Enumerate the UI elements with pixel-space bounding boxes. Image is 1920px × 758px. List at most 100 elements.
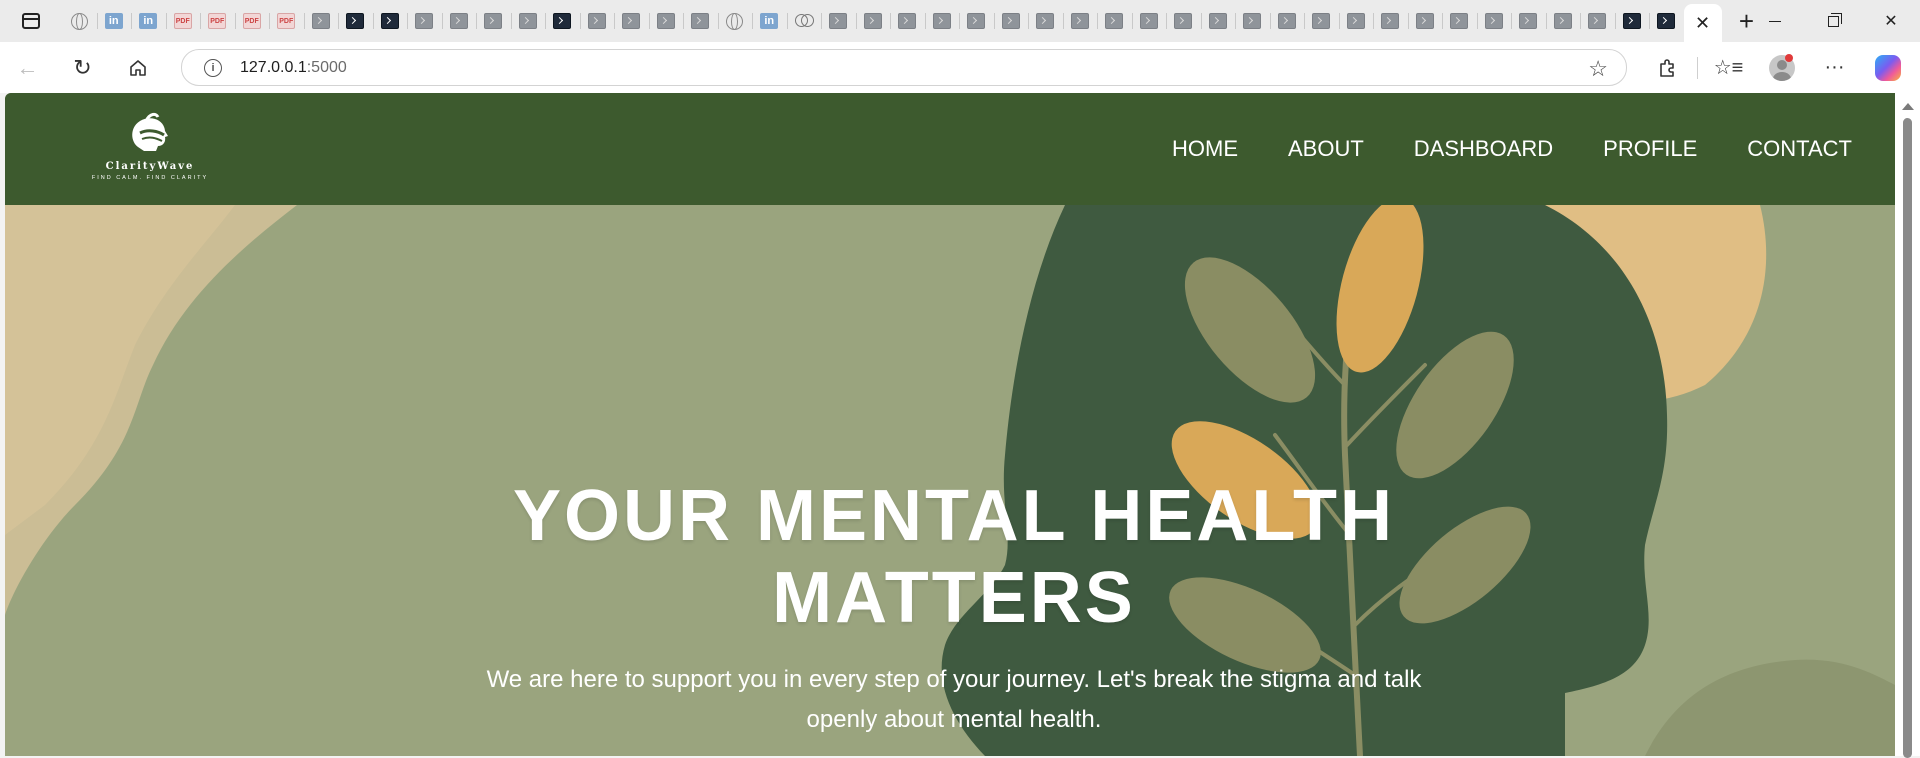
nav-contact[interactable]: CONTACT xyxy=(1747,136,1852,162)
browser-tab[interactable]: PDF xyxy=(269,0,304,42)
active-tab[interactable]: ✕ xyxy=(1683,4,1722,42)
browser-tab[interactable]: PDF xyxy=(165,0,201,42)
browser-tab[interactable] xyxy=(683,0,718,42)
browser-tab[interactable] xyxy=(372,0,408,42)
home-button[interactable] xyxy=(110,42,165,93)
browser-tab[interactable] xyxy=(614,0,649,42)
scroll-up-icon[interactable] xyxy=(1902,103,1914,110)
tab-actions-button[interactable] xyxy=(0,0,62,42)
browser-tab[interactable] xyxy=(924,0,960,42)
profile-button[interactable] xyxy=(1755,42,1808,93)
nav-about[interactable]: ABOUT xyxy=(1288,136,1364,162)
page-icon xyxy=(1001,13,1020,29)
page-icon xyxy=(1139,13,1158,29)
browser-tab[interactable] xyxy=(1166,0,1201,42)
browser-tab[interactable] xyxy=(959,0,994,42)
copilot-button[interactable] xyxy=(1861,42,1914,93)
browser-tab[interactable] xyxy=(1269,0,1305,42)
close-window-button[interactable]: ✕ xyxy=(1862,0,1920,42)
browser-tab[interactable]: in xyxy=(96,0,132,42)
olive-blob-bottom-right xyxy=(1645,659,1895,756)
browser-tab[interactable] xyxy=(1200,0,1236,42)
scrollbar-thumb[interactable] xyxy=(1903,118,1912,758)
browser-tab[interactable]: PDF xyxy=(200,0,235,42)
browser-tab[interactable] xyxy=(441,0,477,42)
page-icon xyxy=(311,13,330,29)
address-bar[interactable]: i 127.0.0.1:5000 ☆ xyxy=(181,49,1627,86)
browser-tab[interactable]: in xyxy=(131,0,166,42)
back-arrow-icon: ← xyxy=(16,54,39,80)
browser-tab[interactable] xyxy=(1580,0,1615,42)
page-icon xyxy=(449,13,468,29)
browser-tab[interactable] xyxy=(648,0,684,42)
main-nav: HOME ABOUT DASHBOARD PROFILE CONTACT xyxy=(1122,93,1852,205)
browser-tab[interactable] xyxy=(1511,0,1546,42)
browser-tab[interactable] xyxy=(1545,0,1581,42)
browser-toolbar: ← ↻ i 127.0.0.1:5000 ☆ ☆≡ ··· xyxy=(0,42,1920,93)
page-icon xyxy=(1553,13,1572,29)
toolbar-right-icons: ☆≡ ··· xyxy=(1640,42,1914,93)
browser-tab[interactable] xyxy=(1097,0,1132,42)
page-icon xyxy=(863,13,882,29)
favorite-star-icon[interactable]: ☆ xyxy=(1588,56,1608,82)
url-port: :5000 xyxy=(306,58,347,76)
nav-profile[interactable]: PROFILE xyxy=(1603,136,1697,162)
browser-tab[interactable] xyxy=(717,0,753,42)
nav-dashboard[interactable]: DASHBOARD xyxy=(1414,136,1553,162)
favorites-button[interactable]: ☆≡ xyxy=(1702,42,1755,93)
browser-tab[interactable] xyxy=(338,0,373,42)
page-icon xyxy=(1415,13,1434,29)
browser-tab[interactable]: in xyxy=(752,0,787,42)
settings-more-button[interactable]: ··· xyxy=(1808,42,1861,93)
url-text: 127.0.0.1:5000 xyxy=(240,59,347,77)
browser-tab[interactable] xyxy=(303,0,339,42)
nav-home[interactable]: HOME xyxy=(1172,136,1238,162)
linkedin-icon: in xyxy=(760,13,779,29)
browser-tab[interactable] xyxy=(510,0,546,42)
browser-tab[interactable] xyxy=(1442,0,1477,42)
browser-tab[interactable] xyxy=(1235,0,1270,42)
page-icon xyxy=(484,13,503,29)
browser-tab[interactable] xyxy=(855,0,891,42)
browser-tab[interactable] xyxy=(1131,0,1167,42)
browser-tab[interactable] xyxy=(890,0,925,42)
browser-tab[interactable]: PDF xyxy=(234,0,270,42)
browser-tab[interactable] xyxy=(62,0,97,42)
logo-tagline: FIND CALM. FIND CLARITY xyxy=(91,175,209,181)
site-logo[interactable]: ClarityWave FIND CALM. FIND CLARITY xyxy=(80,111,220,187)
browser-tab[interactable] xyxy=(1407,0,1443,42)
hero-subtitle-line-1: We are here to support you in every step… xyxy=(486,666,1422,693)
back-button[interactable]: ← xyxy=(0,42,55,93)
minimize-button[interactable] xyxy=(1746,0,1804,42)
logo-name: ClarityWave xyxy=(105,161,195,172)
reload-button[interactable]: ↻ xyxy=(55,42,110,93)
terminal-icon xyxy=(1622,13,1641,29)
browser-tab[interactable] xyxy=(1649,0,1684,42)
pdf-icon: PDF xyxy=(242,13,261,29)
extensions-button[interactable] xyxy=(1640,42,1693,93)
browser-tab[interactable] xyxy=(1614,0,1650,42)
site-info-icon[interactable]: i xyxy=(204,58,222,77)
browser-tab[interactable] xyxy=(1476,0,1512,42)
browser-tab[interactable] xyxy=(1338,0,1374,42)
browser-tab[interactable] xyxy=(579,0,615,42)
browser-tab[interactable] xyxy=(1028,0,1063,42)
browser-tab[interactable] xyxy=(786,0,822,42)
close-tab-icon[interactable]: ✕ xyxy=(1695,13,1710,34)
browser-tab[interactable] xyxy=(993,0,1029,42)
tab-list: in in PDF PDF PDF PDF in xyxy=(62,0,1684,42)
restore-button[interactable] xyxy=(1804,0,1862,42)
browser-tab[interactable] xyxy=(1373,0,1408,42)
page-scrollbar[interactable] xyxy=(1895,93,1920,758)
browser-tab[interactable] xyxy=(821,0,856,42)
browser-tab[interactable] xyxy=(1304,0,1339,42)
page-icon xyxy=(967,13,986,29)
hero-section: YOUR MENTAL HEALTH MATTERS We are here t… xyxy=(5,205,1895,756)
hero-title-line-2: MATTERS xyxy=(772,558,1136,638)
browser-tab[interactable] xyxy=(545,0,580,42)
browser-tab[interactable] xyxy=(476,0,511,42)
close-icon: ✕ xyxy=(1884,13,1898,30)
browser-tab[interactable] xyxy=(407,0,442,42)
browser-tab[interactable] xyxy=(1062,0,1098,42)
hero-title: YOUR MENTAL HEALTH MATTERS xyxy=(350,475,1558,639)
